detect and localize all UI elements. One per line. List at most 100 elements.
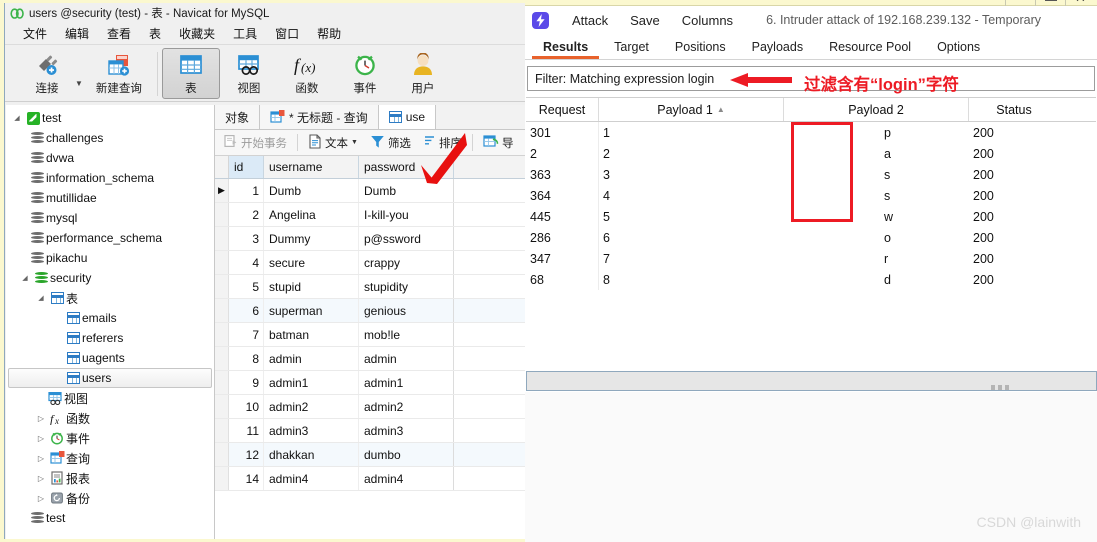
toolbar-button-user[interactable]: 用户 [394,48,452,96]
tab-results[interactable]: Results [530,34,601,59]
table-row[interactable]: 14 admin4 admin4 [215,467,533,491]
collapse-arrow-icon[interactable] [34,414,48,423]
cell-request[interactable]: 364 [526,185,599,206]
toolbar-button-event[interactable]: 事件 [336,48,394,96]
begin-transaction-button[interactable]: 开始事务 [219,132,292,153]
cell-password[interactable]: mob!le [359,323,454,346]
results-row[interactable]: 445 5 w 200 [526,206,1096,227]
tab-resource-pool[interactable]: Resource Pool [816,34,924,59]
menu-view[interactable]: 查看 [98,25,140,42]
cell-payload1[interactable]: 5 [599,206,784,227]
cell-request[interactable]: 68 [526,269,599,290]
cell-id[interactable]: 14 [229,467,264,490]
results-filter-bar[interactable]: Filter: Matching expression login 过滤含有“l… [527,66,1095,94]
cell-status[interactable]: 200 [969,269,1059,290]
cell-id[interactable]: 4 [229,251,264,274]
cell-payload1[interactable]: 2 [599,143,784,164]
export-button[interactable]: 导 [478,132,519,153]
cell-request[interactable]: 363 [526,164,599,185]
cell-password[interactable]: crappy [359,251,454,274]
cell-id[interactable]: 10 [229,395,264,418]
row-selector[interactable] [215,203,229,226]
collapse-arrow-icon[interactable] [34,494,48,503]
cell-id[interactable]: 3 [229,227,264,250]
row-selector[interactable] [215,323,229,346]
tree-item-test-connection[interactable]: test [6,108,214,128]
toolbar-button-connection[interactable]: 连接 [13,48,81,96]
cell-password[interactable]: admin2 [359,395,454,418]
results-row[interactable]: 347 7 r 200 [526,248,1096,269]
tab-positions[interactable]: Positions [662,34,739,59]
expand-arrow-icon[interactable] [10,114,24,122]
cell-username[interactable]: dhakkan [264,443,359,466]
menu-window[interactable]: 窗口 [266,25,308,42]
menu-file[interactable]: 文件 [14,25,56,42]
tab-users-table[interactable]: use [378,105,437,129]
row-selector[interactable] [215,395,229,418]
column-header-username[interactable]: username [264,156,359,178]
cell-payload2[interactable]: s [784,164,969,185]
tree-item-performance-schema[interactable]: performance_schema [6,228,214,248]
row-selector[interactable] [215,467,229,490]
burp-menu-columns[interactable]: Columns [671,13,744,28]
collapse-arrow-icon[interactable] [34,474,48,483]
cell-password[interactable]: admin1 [359,371,454,394]
users-data-grid[interactable]: id username password ▶ 1 Dumb Dumb 2 Ang… [215,156,533,539]
row-selector[interactable] [215,275,229,298]
cell-payload1[interactable]: 4 [599,185,784,206]
tree-item-test-database[interactable]: test [6,508,214,528]
cell-payload1[interactable]: 3 [599,164,784,185]
table-row[interactable]: 3 Dummy p@ssword [215,227,533,251]
cell-status[interactable]: 200 [969,248,1059,269]
row-selector[interactable] [215,347,229,370]
tree-item-events-folder[interactable]: 事件 [6,428,214,448]
row-selector[interactable] [215,251,229,274]
results-row[interactable]: 364 4 s 200 [526,185,1096,206]
cell-payload2[interactable]: r [784,248,969,269]
table-row[interactable]: ▶ 1 Dumb Dumb [215,179,533,203]
cell-password[interactable]: Dumb [359,179,454,202]
tree-item-information-schema[interactable]: information_schema [6,168,214,188]
cell-id[interactable]: 7 [229,323,264,346]
row-selector[interactable] [215,299,229,322]
menu-favorites[interactable]: 收藏夹 [170,25,224,42]
tree-item-security[interactable]: security [6,268,214,288]
row-selector[interactable]: ▶ [215,179,229,202]
toolbar-button-table[interactable]: 表 [161,48,220,99]
column-header-request[interactable]: Request [526,98,599,121]
tree-item-mutillidae[interactable]: mutillidae [6,188,214,208]
results-row[interactable]: 2 2 a 200 [526,143,1096,164]
cell-password[interactable]: admin3 [359,419,454,442]
cell-request[interactable]: 445 [526,206,599,227]
collapse-arrow-icon[interactable] [34,434,48,443]
tree-item-dvwa[interactable]: dvwa [6,148,214,168]
tab-payloads[interactable]: Payloads [739,34,816,59]
expand-arrow-icon[interactable] [34,294,48,302]
tree-item-emails[interactable]: emails [6,308,214,328]
sort-button[interactable]: 排序 [418,132,467,153]
tab-untitled-query[interactable]: * 无标题 - 查询 [260,105,379,129]
cell-request[interactable]: 347 [526,248,599,269]
splitter-handle[interactable] [991,385,1009,390]
cell-payload1[interactable]: 6 [599,227,784,248]
cell-status[interactable]: 200 [969,227,1059,248]
row-selector[interactable] [215,443,229,466]
cell-username[interactable]: Dummy [264,227,359,250]
toolbar-button-function[interactable]: f (x) 函数 [278,48,336,96]
menu-help[interactable]: 帮助 [308,25,350,42]
row-selector[interactable] [215,227,229,250]
menu-tools[interactable]: 工具 [224,25,266,42]
cell-username[interactable]: admin1 [264,371,359,394]
table-row[interactable]: 9 admin1 admin1 [215,371,533,395]
tree-item-challenges[interactable]: challenges [6,128,214,148]
table-row[interactable]: 11 admin3 admin3 [215,419,533,443]
minimize-icon[interactable] [1005,0,1035,6]
cell-payload1[interactable]: 7 [599,248,784,269]
cell-status[interactable]: 200 [969,122,1059,143]
cell-username[interactable]: Angelina [264,203,359,226]
tree-item-functions-folder[interactable]: f x 函数 [6,408,214,428]
tree-item-users[interactable]: users [8,368,212,388]
cell-password[interactable]: stupidity [359,275,454,298]
cell-username[interactable]: Dumb [264,179,359,202]
results-row[interactable]: 286 6 o 200 [526,227,1096,248]
